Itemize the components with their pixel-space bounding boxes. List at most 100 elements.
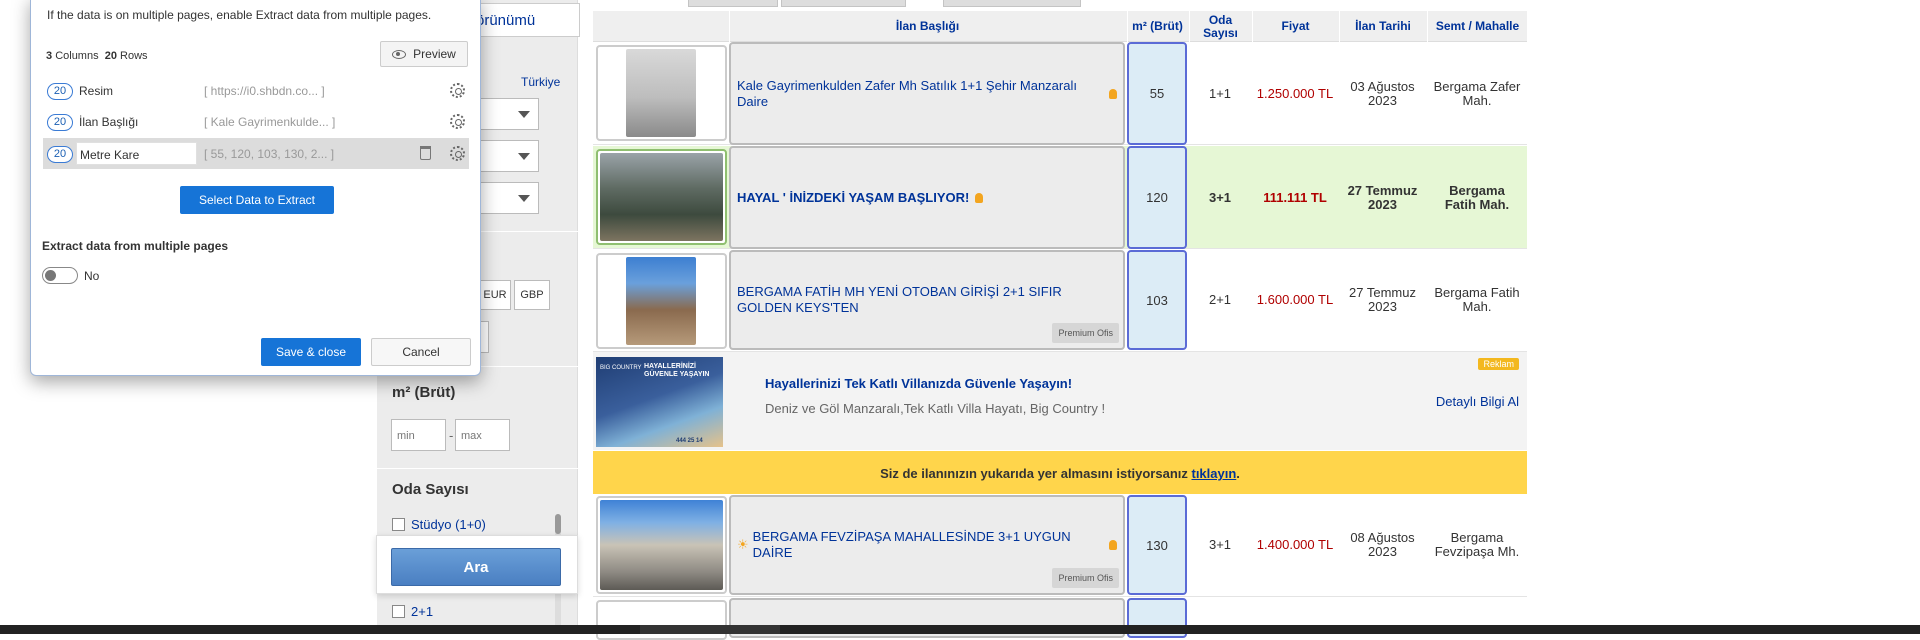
search-button[interactable]: Ara — [391, 548, 561, 586]
checkbox[interactable] — [392, 518, 405, 531]
taskbar-item[interactable] — [640, 625, 780, 634]
date-cell: 08 Ağustos 2023 — [1350, 530, 1415, 559]
photo-image — [600, 153, 723, 241]
ad-image[interactable]: BIG COUNTRY HAYALLERİNİZİ GÜVENLE YAŞAYI… — [596, 357, 723, 447]
m2-min-input[interactable]: min — [391, 419, 446, 451]
header-title[interactable]: İlan Başlığı — [729, 11, 1125, 42]
m2-max-input[interactable]: max — [455, 419, 510, 451]
column-sample: [ Kale Gayrimenkulde... ] — [204, 115, 336, 129]
column-row-resim[interactable]: 20 Resim [ https://i0.shbdn.co... ] — [43, 75, 469, 106]
currency-gbp-button[interactable]: GBP — [514, 280, 550, 310]
date-cell: 27 Temmuz 2023 — [1349, 285, 1416, 314]
extract-data-dialog: If the data is on multiple pages, enable… — [30, 0, 481, 376]
rooms-cell: 3+1 — [1208, 537, 1232, 552]
room-option-studio[interactable]: Stüdyo (1+0) — [392, 517, 486, 532]
room-option-label: 2+1 — [411, 604, 434, 619]
m2-cell: 103 — [1127, 250, 1187, 350]
m2-cell: 55 — [1127, 42, 1187, 145]
listing-title[interactable]: ☀ BERGAMA FEVZİPAŞA MAHALLESİNDE 3+1 UYGU… — [729, 495, 1125, 595]
listing-title-text: BERGAMA FEVZİPAŞA MAHALLESİNDE 3+1 UYGUN… — [752, 529, 1071, 560]
header-price[interactable]: Fiyat — [1252, 11, 1338, 42]
column-count-badge: 20 — [47, 114, 73, 131]
pin-icon — [1109, 540, 1117, 550]
date-cell: 27 Temmuz 2023 — [1347, 182, 1418, 212]
promo-link[interactable]: tıklayın — [1191, 466, 1236, 481]
header-date[interactable]: İlan Tarihi — [1339, 11, 1426, 42]
header-m2[interactable]: m² (Brüt) — [1127, 11, 1187, 42]
taskbar — [0, 625, 1920, 634]
preview-label: Preview — [413, 47, 456, 61]
listing-tabs — [593, 0, 1527, 8]
toggle-knob — [45, 270, 56, 281]
column-sample: [ https://i0.shbdn.co... ] — [204, 84, 325, 98]
ad-title[interactable]: Hayallerinizi Tek Katlı Villanızda Güven… — [765, 376, 1072, 391]
room-option-2plus1[interactable]: 2+1 — [392, 604, 433, 619]
column-name[interactable]: Resim — [79, 84, 113, 98]
map-view-tab[interactable]: örünümü — [475, 3, 580, 37]
ad-more-link[interactable]: Detaylı Bilgi Al — [1436, 394, 1519, 409]
column-name[interactable]: İlan Başlığı — [79, 115, 138, 129]
scrollbar-thumb[interactable] — [555, 514, 561, 534]
cancel-button[interactable]: Cancel — [371, 338, 471, 366]
listing-tab[interactable] — [688, 0, 778, 7]
listing-table: İlan Başlığı m² (Brüt) Oda Sayısı Fiyat … — [593, 0, 1527, 640]
currency-eur-button[interactable]: EUR — [479, 280, 511, 310]
rooms-cell: 2+1 — [1208, 292, 1232, 307]
sponsored-ad[interactable]: BIG COUNTRY HAYALLERİNİZİ GÜVENLE YAŞAYI… — [593, 352, 1527, 450]
listing-photo[interactable] — [596, 600, 727, 640]
dialog-hint: If the data is on multiple pages, enable… — [47, 8, 432, 22]
listing-photo[interactable] — [596, 45, 727, 141]
preview-button[interactable]: Preview — [380, 41, 468, 67]
location-cell: Bergama Fatih Mah. — [1444, 182, 1510, 212]
photo-image — [600, 500, 723, 590]
divider — [377, 468, 578, 469]
column-row-metre-kare[interactable]: 20 Metre Kare [ 55, 120, 103, 130, 2... … — [43, 138, 469, 169]
select-data-button[interactable]: Select Data to Extract — [180, 186, 334, 214]
date-cell: 03 Ağustos 2023 — [1350, 78, 1415, 108]
multi-pages-toggle[interactable] — [42, 267, 78, 284]
ad-image-heading: HAYALLERİNİZİ GÜVENLE YAŞAYIN — [644, 363, 710, 378]
location-cell: Bergama Zafer Mah. — [1433, 78, 1521, 108]
save-close-button[interactable]: Save & close — [261, 338, 361, 366]
column-row-ilan-basligi[interactable]: 20 İlan Başlığı [ Kale Gayrimenkulde... … — [43, 106, 469, 137]
gear-icon[interactable] — [450, 146, 465, 161]
premium-badge: Premium Ofis — [1052, 323, 1119, 343]
table-row[interactable]: BERGAMA FATİH MH YENİ OTOBAN GİRİŞİ 2+1 … — [593, 250, 1527, 352]
listing-tab[interactable] — [781, 0, 906, 7]
pin-icon — [975, 192, 984, 203]
range-dash: - — [449, 428, 454, 443]
premium-badge: Premium Ofis — [1052, 568, 1119, 588]
table-header: İlan Başlığı m² (Brüt) Oda Sayısı Fiyat … — [593, 11, 1527, 42]
listing-photo[interactable] — [596, 253, 727, 349]
gear-icon[interactable] — [450, 83, 465, 98]
checkbox[interactable] — [392, 605, 405, 618]
column-name-input[interactable]: Metre Kare — [76, 142, 197, 165]
ad-subtitle: Deniz ve Göl Manzaralı,Tek Katlı Villa H… — [765, 401, 1106, 416]
price-cell: 1.250.000 TL — [1256, 85, 1334, 101]
listing-title[interactable]: BERGAMA FATİH MH YENİ OTOBAN GİRİŞİ 2+1 … — [729, 250, 1125, 350]
search-button-panel: Ara — [376, 535, 578, 594]
column-sample: [ 55, 120, 103, 130, 2... ] — [204, 147, 335, 161]
table-row[interactable]: HAYAL ' İNİZDEKİ YAŞAM BAŞLIYOR! 120 3+1… — [593, 146, 1527, 249]
listing-photo[interactable] — [596, 496, 727, 594]
rooms-cell: 1+1 — [1208, 85, 1232, 101]
listing-title[interactable]: Kale Gayrimenkulden Zafer Mh Satılık 1+1… — [729, 42, 1125, 145]
listing-title[interactable]: HAYAL ' İNİZDEKİ YAŞAM BAŞLIYOR! — [729, 146, 1125, 249]
toggle-label: No — [84, 269, 100, 283]
listing-title-text: Kale Gayrimenkulden Zafer Mh Satılık 1+1… — [737, 77, 1077, 109]
country-link[interactable]: Türkiye — [521, 75, 560, 89]
photo-image — [626, 49, 696, 137]
listing-tab[interactable] — [943, 0, 1081, 7]
column-count-badge: 20 — [47, 146, 73, 163]
chevron-down-icon — [518, 111, 530, 118]
header-rooms[interactable]: Oda Sayısı — [1189, 11, 1251, 42]
table-row[interactable]: Kale Gayrimenkulden Zafer Mh Satılık 1+1… — [593, 42, 1527, 145]
ad-badge: Reklam — [1478, 358, 1519, 370]
listing-title-text: HAYAL ' İNİZDEKİ YAŞAM BAŞLIYOR! — [737, 189, 970, 205]
trash-icon[interactable] — [420, 146, 431, 160]
header-location[interactable]: Semt / Mahalle — [1427, 11, 1527, 42]
table-row[interactable]: ☀ BERGAMA FEVZİPAŞA MAHALLESİNDE 3+1 UYGU… — [593, 495, 1527, 597]
gear-icon[interactable] — [450, 114, 465, 129]
rooms-cell: 3+1 — [1208, 189, 1232, 205]
listing-photo[interactable] — [596, 149, 727, 245]
